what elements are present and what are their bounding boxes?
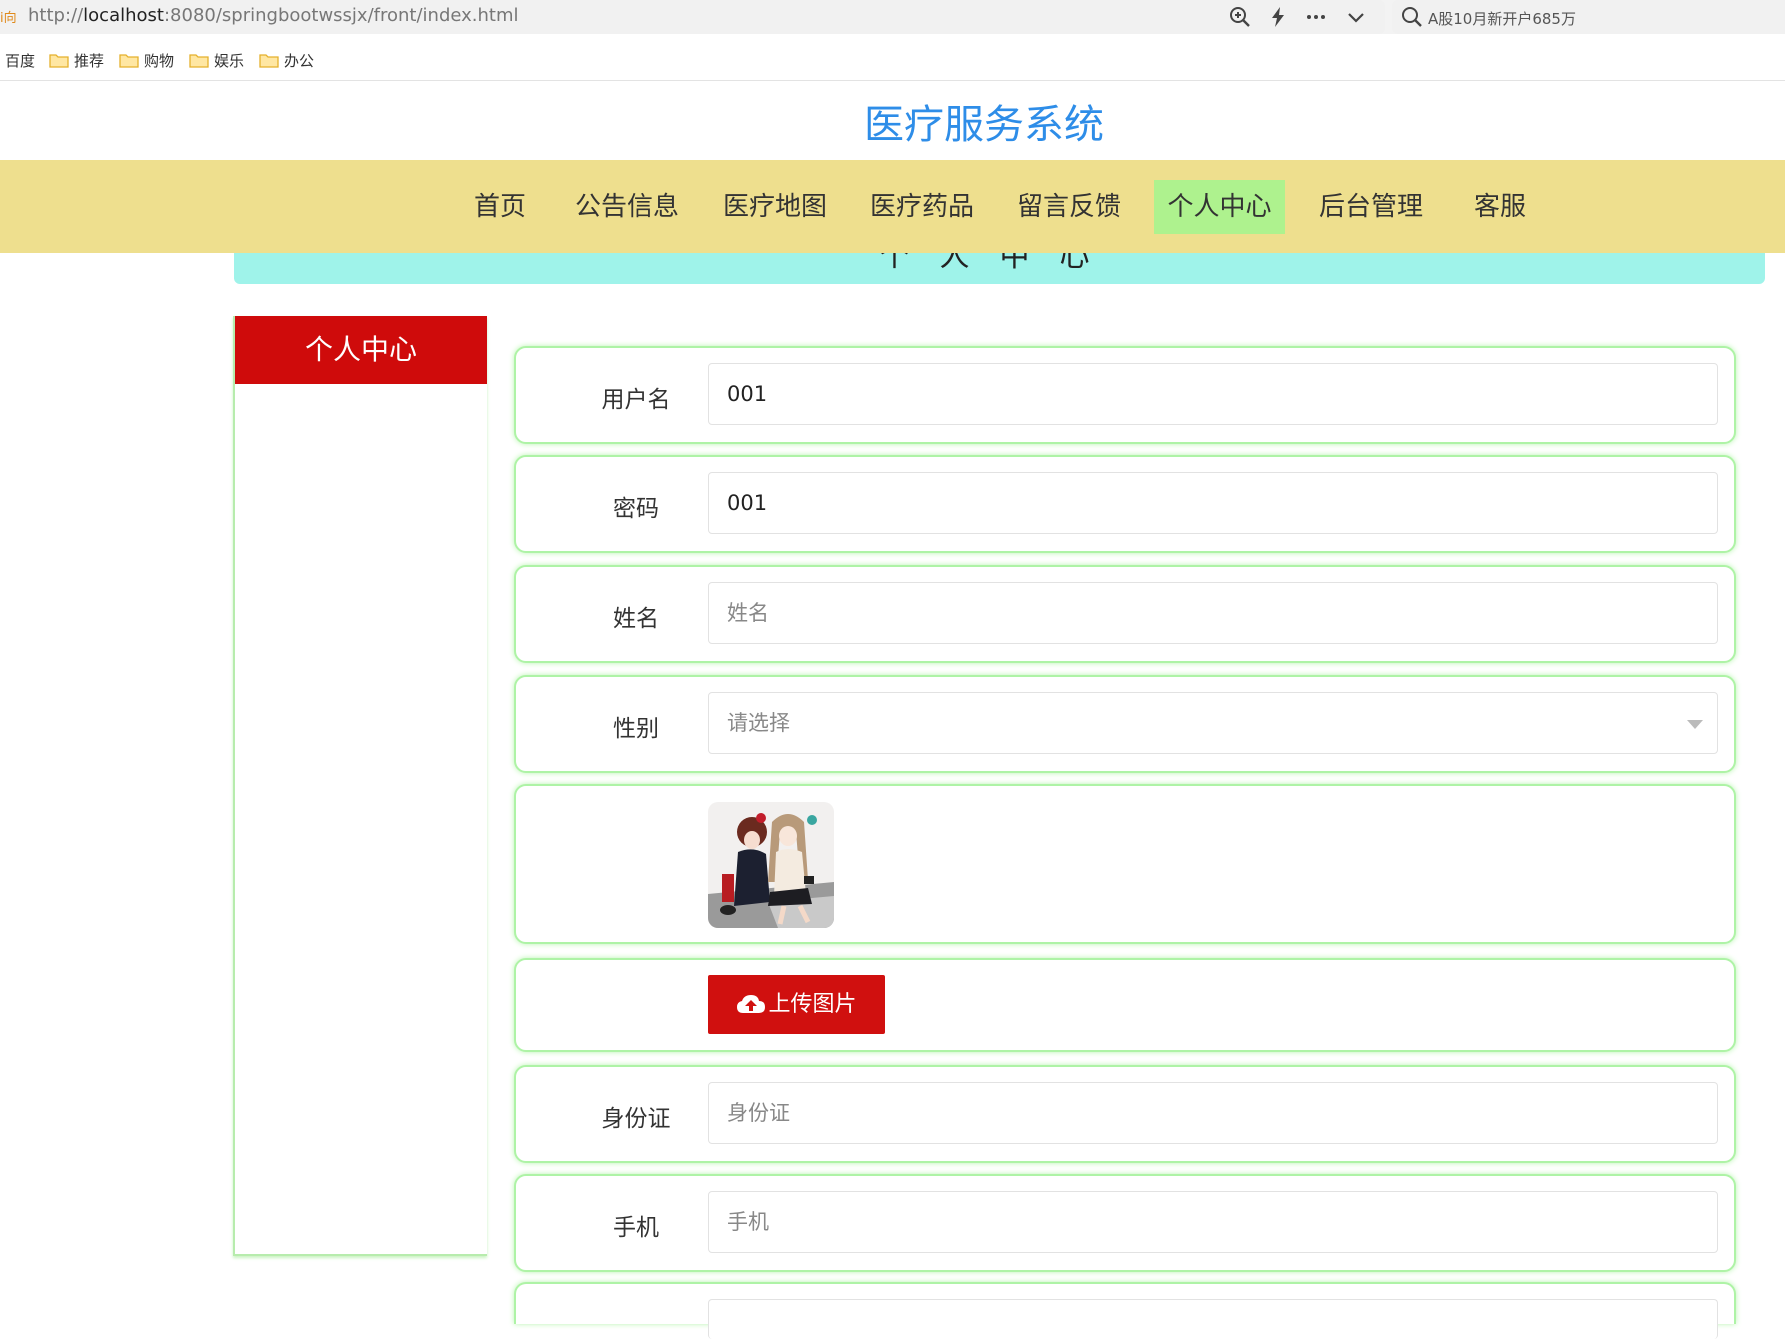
gender-label: 性别 [613,716,659,742]
bookmark-label: 购物 [144,51,175,70]
browser-toolbar: i向 http://localhost:8080/springbootwssjx… [0,0,1785,34]
search-icon [1400,5,1424,29]
bookmark-folder-entertainment[interactable]: 娱乐 [189,50,244,70]
nav-customer-service[interactable]: 客服 [1460,180,1540,234]
nav-medical-map[interactable]: 医疗地图 [718,180,832,234]
id-card-label: 身份证 [601,1106,671,1132]
id-card-input[interactable]: 身份证 [708,1082,1718,1144]
url-scheme: http:// [28,5,84,26]
url-text[interactable]: http://localhost:8080/springbootwssjx/fr… [28,5,519,26]
bookmark-label: 推荐 [74,51,105,70]
more-icon[interactable] [1304,5,1328,29]
bookmark-baidu[interactable]: 百度 [5,50,35,70]
form-row-next [514,1282,1736,1339]
nav-personal-center[interactable]: 个人中心 [1154,180,1285,234]
bookmarks-bar: 百度 推荐 购物 娱乐 办公 [0,34,1785,81]
form-row-name: 姓名 姓名 [514,565,1736,663]
form-row-gender: 性别 请选择 [514,675,1736,773]
gender-select[interactable]: 请选择 [708,692,1718,754]
password-label: 密码 [613,496,659,522]
phone-input[interactable]: 手机 [708,1191,1718,1253]
url-path: :8080/springbootwssjx/front/index.html [163,5,519,26]
bookmark-folder-office[interactable]: 办公 [259,50,314,70]
form-row-password: 密码 001 [514,455,1736,553]
folder-icon [49,53,69,68]
address-bar[interactable]: i向 http://localhost:8080/springbootwssjx… [0,0,1385,34]
cloud-upload-icon [737,995,766,1013]
nav-medicines[interactable]: 医疗药品 [865,180,979,234]
form-row-avatar [514,784,1736,944]
form-row-upload: 上传图片 [514,958,1736,1052]
form-row-id-card: 身份证 身份证 [514,1065,1736,1163]
folder-icon [119,53,139,68]
nav-home[interactable]: 首页 [460,180,540,234]
bookmark-folder-recommend[interactable]: 推荐 [49,50,104,70]
url-prefix: i向 [0,11,17,26]
upload-button-label: 上传图片 [768,992,857,1017]
nav-announcements[interactable]: 公告信息 [570,180,684,234]
bookmark-label: 百度 [5,51,36,70]
next-input[interactable] [708,1299,1718,1339]
bookmark-label: 办公 [284,51,315,70]
name-label: 姓名 [613,606,659,632]
zoom-icon[interactable] [1228,5,1252,29]
banner-title: 个人中心 [879,253,1120,274]
upload-image-button[interactable]: 上传图片 [708,975,885,1034]
chevron-down-icon [1687,720,1703,729]
chevron-down-icon[interactable] [1344,5,1368,29]
nav-admin[interactable]: 后台管理 [1314,180,1428,234]
sidebar-header: 个人中心 [235,316,487,384]
bookmark-label: 娱乐 [214,51,245,70]
search-suggestion[interactable]: A股10月新开户685万 [1428,8,1576,29]
site-title: 医疗服务系统 [864,102,1104,148]
url-host: localhost [83,5,164,26]
section-banner: 个人中心 [234,253,1765,284]
phone-label: 手机 [613,1215,659,1241]
password-input[interactable]: 001 [708,472,1718,534]
avatar-image [708,802,834,928]
bookmark-folder-shopping[interactable]: 购物 [119,50,174,70]
folder-icon [259,53,279,68]
username-input[interactable]: 001 [708,363,1718,425]
username-label: 用户名 [601,387,671,413]
gender-select-value: 请选择 [727,711,790,735]
folder-icon [189,53,209,68]
lightning-icon[interactable] [1266,5,1290,29]
name-input[interactable]: 姓名 [708,582,1718,644]
sidebar: 个人中心 [233,316,487,1256]
nav-feedback[interactable]: 留言反馈 [1012,180,1126,234]
main-nav: 首页 公告信息 医疗地图 医疗药品 留言反馈 个人中心 后台管理 客服 [0,160,1785,253]
form-row-phone: 手机 手机 [514,1174,1736,1272]
form-row-username: 用户名 001 [514,346,1736,444]
